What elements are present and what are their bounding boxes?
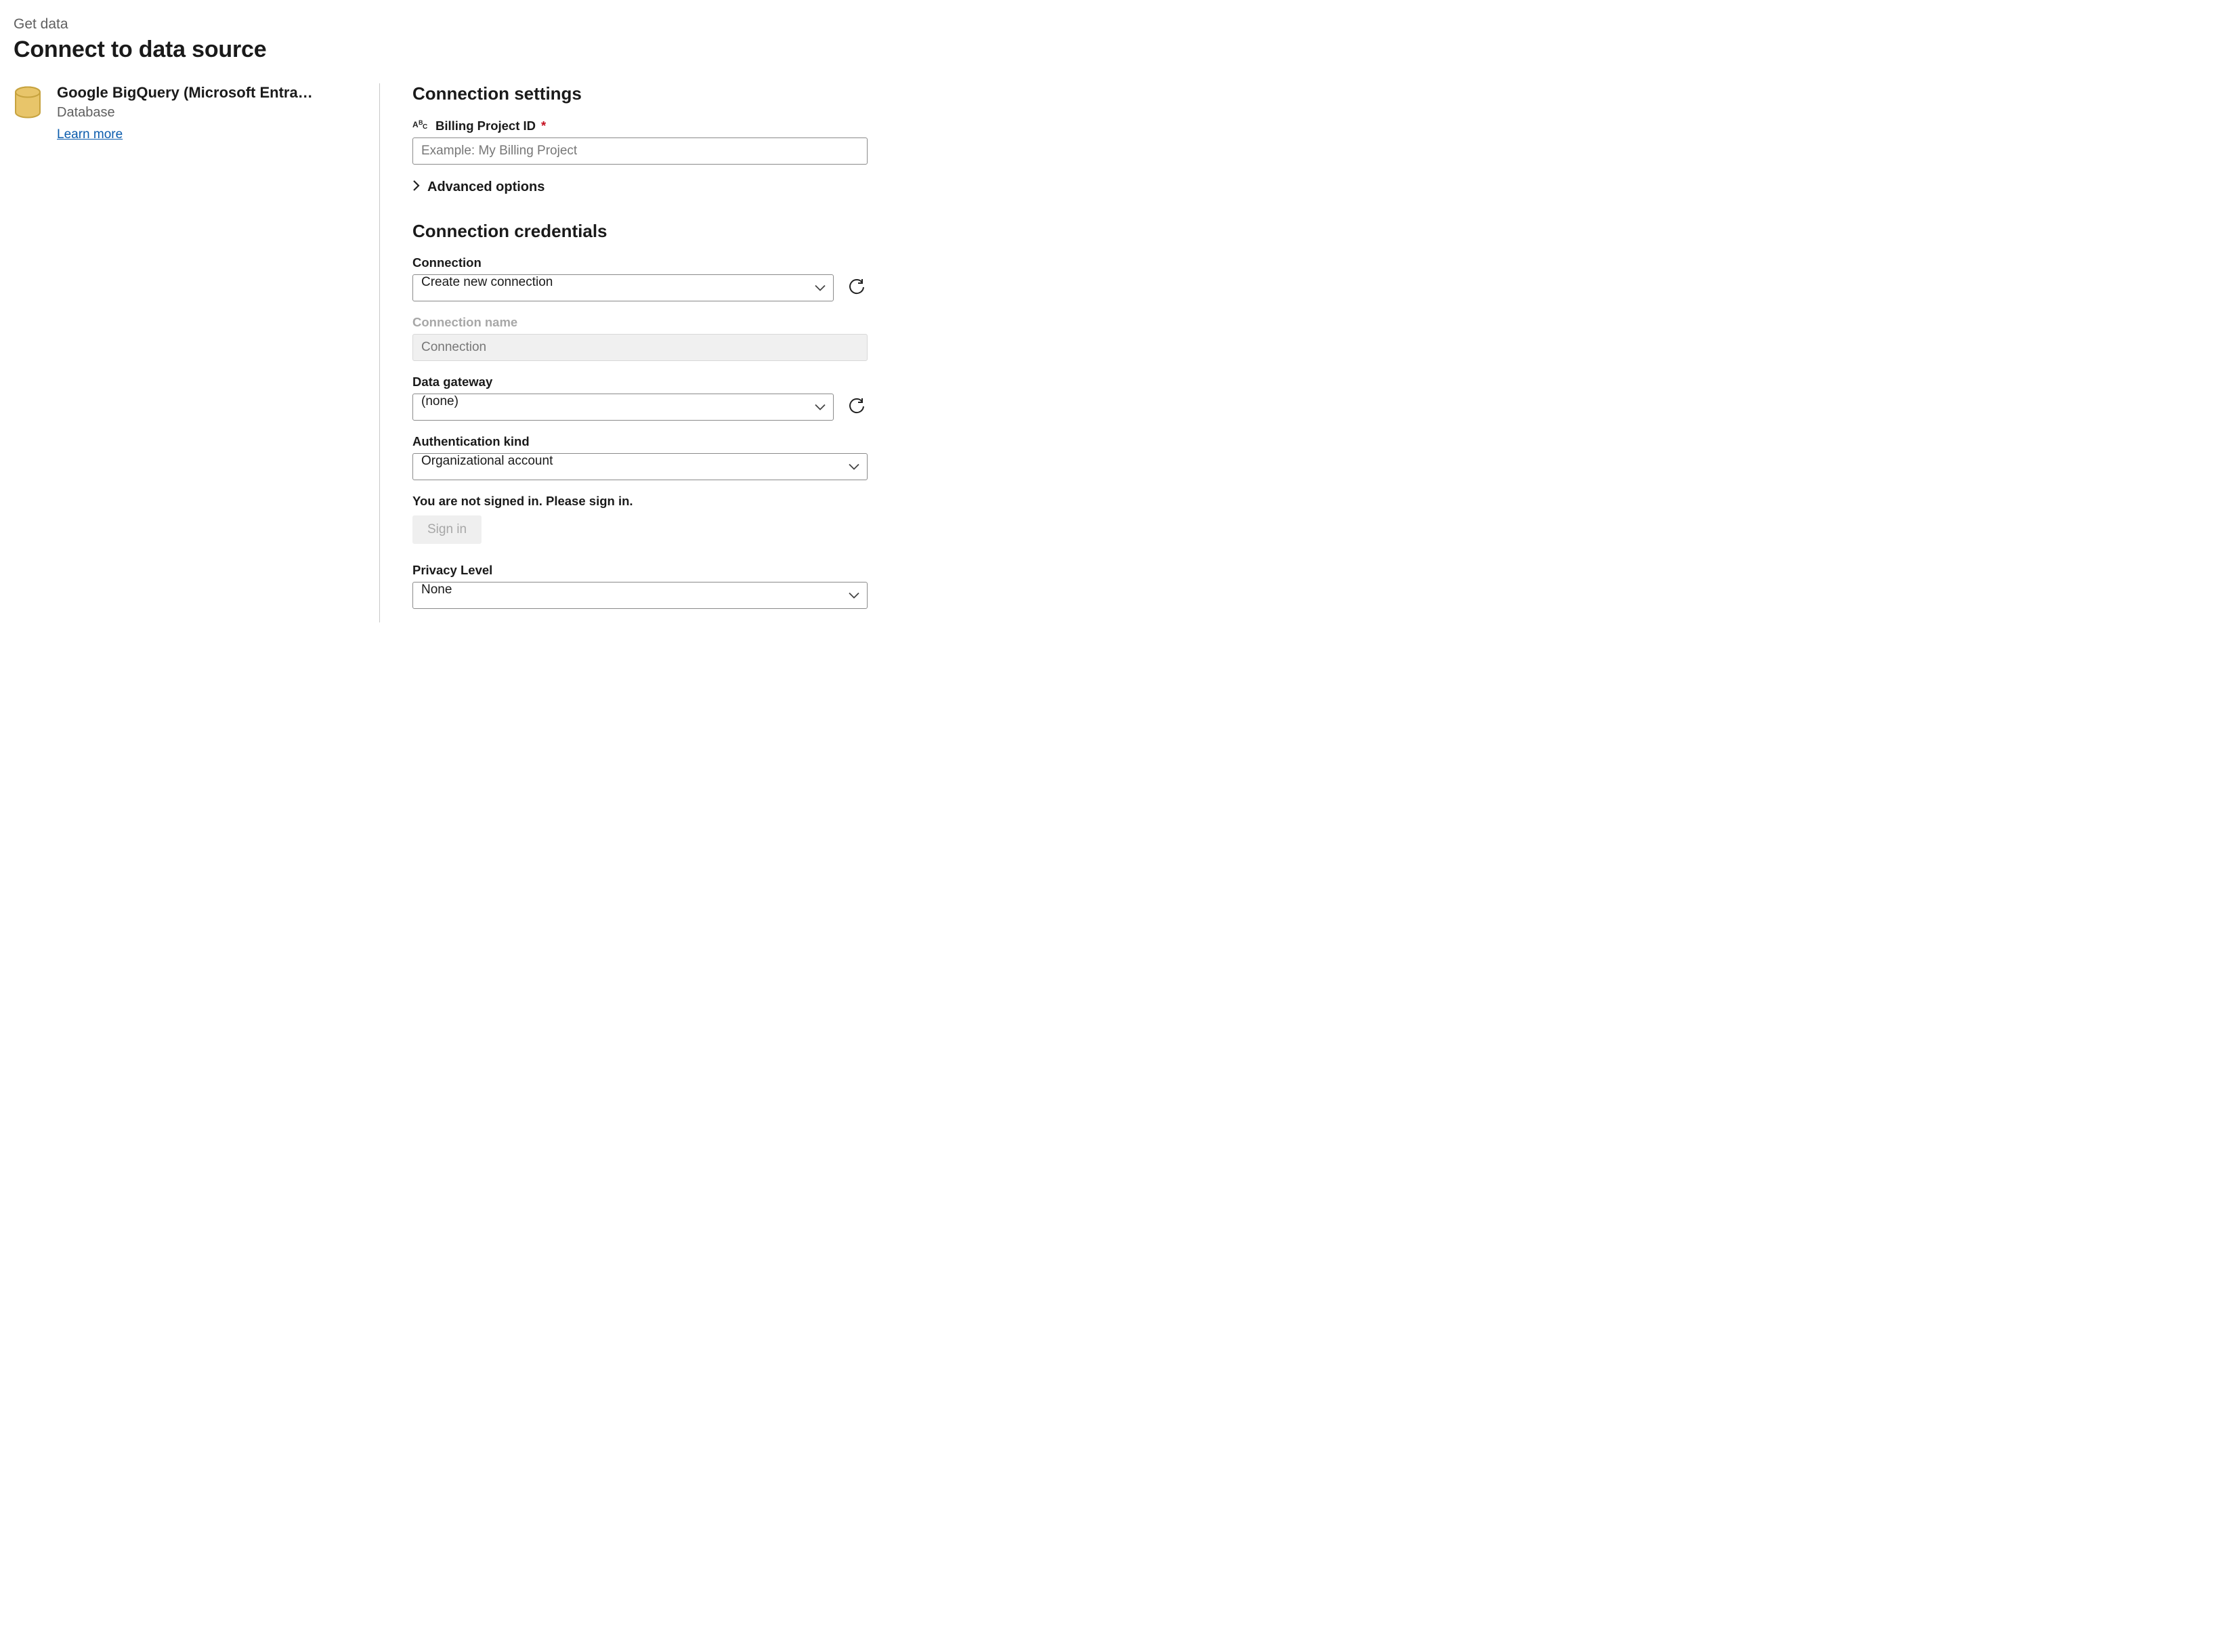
connection-credentials-heading: Connection credentials	[412, 221, 868, 242]
source-category: Database	[57, 105, 366, 121]
text-type-icon: A B C	[412, 118, 430, 133]
required-indicator: *	[541, 119, 546, 133]
refresh-icon	[849, 279, 865, 297]
data-gateway-select[interactable]: (none)	[412, 394, 834, 421]
connection-name-input	[412, 334, 868, 361]
advanced-options-label: Advanced options	[427, 179, 545, 195]
svg-text:C: C	[423, 123, 427, 130]
chevron-right-icon	[412, 179, 421, 195]
refresh-icon	[849, 398, 865, 417]
billing-project-input[interactable]	[412, 137, 868, 165]
auth-kind-select[interactable]: Organizational account	[412, 453, 868, 480]
privacy-level-label: Privacy Level	[412, 563, 868, 578]
privacy-level-select[interactable]: None	[412, 582, 868, 609]
advanced-options-toggle[interactable]: Advanced options	[412, 179, 868, 195]
svg-text:A: A	[412, 120, 419, 129]
connection-refresh-button[interactable]	[846, 276, 868, 300]
database-icon	[14, 86, 42, 123]
source-name: Google BigQuery (Microsoft Entra…	[57, 83, 366, 102]
breadcrumb: Get data	[14, 16, 2225, 33]
connection-label: Connection	[412, 255, 868, 270]
learn-more-link[interactable]: Learn more	[57, 127, 123, 142]
connection-select[interactable]: Create new connection	[412, 274, 834, 301]
source-summary: Google BigQuery (Microsoft Entra… Databa…	[14, 83, 379, 622]
gateway-refresh-button[interactable]	[846, 396, 868, 419]
connection-settings-heading: Connection settings	[412, 83, 868, 104]
auth-kind-label: Authentication kind	[412, 434, 868, 449]
signin-note: You are not signed in. Please sign in.	[412, 494, 868, 509]
data-gateway-label: Data gateway	[412, 375, 868, 389]
signin-button[interactable]: Sign in	[412, 515, 482, 544]
connection-name-label: Connection name	[412, 315, 868, 330]
page-title: Connect to data source	[14, 37, 2225, 63]
billing-project-label: Billing Project ID	[435, 119, 536, 133]
